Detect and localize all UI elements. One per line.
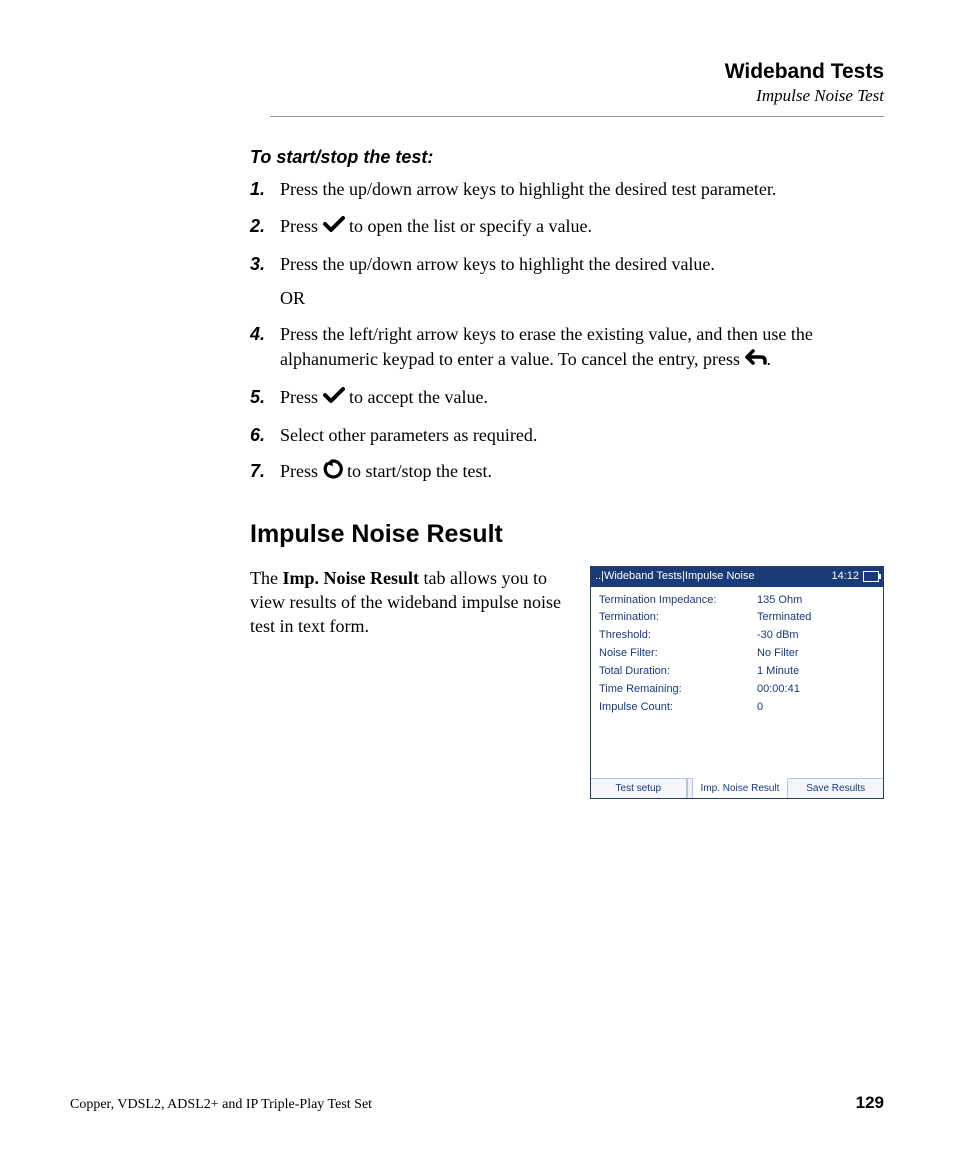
page-number: 129: [856, 1093, 884, 1113]
step-text: Press the up/down arrow keys to highligh…: [280, 254, 715, 274]
step-text-post: to accept the value.: [345, 387, 488, 407]
header-title: Wideband Tests: [270, 60, 884, 84]
step-4: 4. Press the left/right arrow keys to er…: [250, 322, 884, 372]
step-text-post: to start/stop the test.: [343, 461, 492, 481]
step-body: Press the left/right arrow keys to erase…: [280, 322, 884, 372]
device-tabs: Test setup Imp. Noise Result Save Result…: [591, 778, 883, 799]
step-body: Press the up/down arrow keys to highligh…: [280, 252, 884, 311]
tab-test-setup[interactable]: Test setup: [591, 779, 687, 799]
result-row: Time Remaining:00:00:41: [599, 682, 875, 697]
step-7: 7. Press to start/stop the test.: [250, 459, 884, 486]
header-rule: [270, 116, 884, 117]
step-body: Select other parameters as required.: [280, 423, 884, 447]
result-row: Impulse Count:0: [599, 700, 875, 715]
section-heading: Impulse Noise Result: [250, 518, 884, 552]
check-icon: [323, 214, 345, 238]
back-arrow-icon: [745, 347, 767, 371]
device-clock: 14:12: [831, 569, 859, 584]
device-screenshot: ..|Wideband Tests|Impulse Noise 14:12 Te…: [590, 566, 884, 799]
cycle-arrow-icon: [323, 459, 343, 485]
step-body: Press to start/stop the test.: [280, 459, 884, 486]
result-row: Total Duration:1 Minute: [599, 664, 875, 679]
step-number: 7.: [250, 459, 280, 486]
device-body: Termination Impedance:135 Ohm Terminatio…: [591, 587, 883, 778]
step-1: 1. Press the up/down arrow keys to highl…: [250, 177, 884, 201]
result-label: Termination:: [599, 610, 757, 625]
step-number: 2.: [250, 214, 280, 240]
result-row: Noise Filter:No Filter: [599, 646, 875, 661]
header-subtitle: Impulse Noise Test: [270, 86, 884, 106]
result-label: Threshold:: [599, 628, 757, 643]
result-label: Termination Impedance:: [599, 593, 757, 608]
page-footer: Copper, VDSL2, ADSL2+ and IP Triple-Play…: [70, 1093, 884, 1113]
instructions-title: To start/stop the test:: [250, 145, 884, 169]
step-text-post: .: [767, 349, 772, 369]
result-label: Noise Filter:: [599, 646, 757, 661]
para-pre: The: [250, 568, 282, 588]
check-icon: [323, 385, 345, 409]
result-value: -30 dBm: [757, 628, 799, 643]
device-breadcrumb: ..|Wideband Tests|Impulse Noise: [595, 569, 755, 584]
instruction-steps: 1. Press the up/down arrow keys to highl…: [250, 177, 884, 486]
step-number: 1.: [250, 177, 280, 201]
tab-imp-noise-result[interactable]: Imp. Noise Result: [693, 778, 789, 799]
step-6: 6. Select other parameters as required.: [250, 423, 884, 447]
result-row: Termination Impedance:135 Ohm: [599, 593, 875, 608]
step-2: 2. Press to open the list or specify a v…: [250, 214, 884, 240]
step-3: 3. Press the up/down arrow keys to highl…: [250, 252, 884, 311]
footer-text: Copper, VDSL2, ADSL2+ and IP Triple-Play…: [70, 1097, 372, 1113]
step-body: Press the up/down arrow keys to highligh…: [280, 177, 884, 201]
step-text-post: to open the list or specify a value.: [345, 216, 592, 236]
result-value: 00:00:41: [757, 682, 800, 697]
step-number: 5.: [250, 385, 280, 411]
step-text-pre: Press the left/right arrow keys to erase…: [280, 324, 813, 368]
result-value: 0: [757, 700, 763, 715]
result-label: Total Duration:: [599, 664, 757, 679]
result-row: Threshold:-30 dBm: [599, 628, 875, 643]
step-extra: OR: [280, 286, 884, 310]
page-header: Wideband Tests Impulse Noise Test: [270, 60, 884, 117]
result-value: 135 Ohm: [757, 593, 802, 608]
step-body: Press to accept the value.: [280, 385, 884, 411]
result-value: Terminated: [757, 610, 811, 625]
device-titlebar: ..|Wideband Tests|Impulse Noise 14:12: [591, 567, 883, 587]
step-text-pre: Press: [280, 216, 323, 236]
tab-save-results[interactable]: Save Results: [788, 779, 883, 799]
para-bold: Imp. Noise Result: [282, 568, 419, 588]
result-value: 1 Minute: [757, 664, 799, 679]
step-number: 6.: [250, 423, 280, 447]
device-status: 14:12: [831, 569, 879, 584]
step-text-pre: Press: [280, 461, 323, 481]
result-label: Impulse Count:: [599, 700, 757, 715]
step-number: 3.: [250, 252, 280, 311]
battery-icon: [863, 571, 879, 582]
result-value: No Filter: [757, 646, 799, 661]
step-number: 4.: [250, 322, 280, 372]
step-body: Press to open the list or specify a valu…: [280, 214, 884, 240]
result-row: Termination:Terminated: [599, 610, 875, 625]
step-5: 5. Press to accept the value.: [250, 385, 884, 411]
result-label: Time Remaining:: [599, 682, 757, 697]
step-text-pre: Press: [280, 387, 323, 407]
section-paragraph: The Imp. Noise Result tab allows you to …: [250, 566, 572, 639]
